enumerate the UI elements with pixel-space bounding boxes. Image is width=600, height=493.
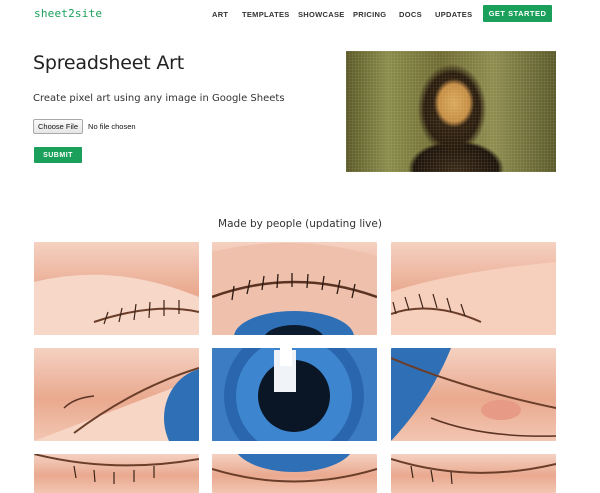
page-title: Spreadsheet Art [33,52,184,74]
eye-image [212,454,377,483]
eye-image [34,274,199,335]
nav-templates[interactable]: TEMPLATES [242,10,290,19]
eye-image [391,458,556,485]
nav-updates[interactable]: UPDATES [435,10,472,19]
site-header: sheet2site ART TEMPLATES SHOWCASE PRICIN… [0,0,600,28]
eye-image [34,367,199,441]
gallery-tile[interactable] [391,242,556,335]
nav-art[interactable]: ART [212,10,228,19]
gallery-tile[interactable] [34,242,199,335]
nav-showcase[interactable]: SHOWCASE [298,10,345,19]
pixel-art-preview-image [346,51,556,172]
choose-file-button[interactable]: Choose File [33,118,84,134]
submit-button[interactable]: SUBMIT [34,147,82,163]
eye-image [391,262,556,335]
eye-image [212,348,377,441]
gallery-tile[interactable] [212,242,377,335]
gallery-tile[interactable] [212,348,377,441]
gallery-tile[interactable] [391,348,556,441]
file-status: No file chosen [88,121,136,131]
eye-image [212,242,377,335]
file-upload: Choose File No file chosen [33,118,136,134]
eye-image [34,454,199,484]
page-subtitle: Create pixel art using any image in Goog… [33,93,285,104]
nav-pricing[interactable]: PRICING [353,10,386,19]
eye-image [391,348,556,441]
gallery-title: Made by people (updating live) [218,218,382,230]
gallery-tile[interactable] [34,348,199,441]
gallery-tile[interactable] [212,454,377,493]
gallery-tile[interactable] [391,454,556,493]
nav-docs[interactable]: DOCS [399,10,422,19]
gallery-tile[interactable] [34,454,199,493]
get-started-button[interactable]: GET STARTED [483,5,552,22]
